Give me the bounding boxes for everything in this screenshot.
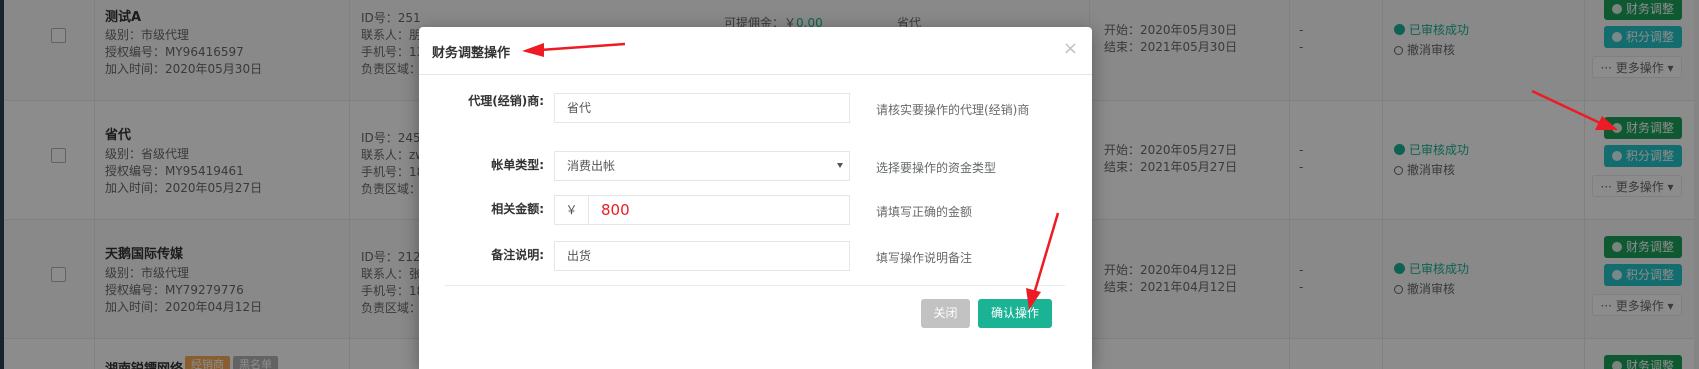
modal-divider: [445, 285, 1065, 286]
currency-addon: ￥: [555, 196, 589, 224]
bill-type-select[interactable]: 消费出帐: [554, 151, 850, 181]
remark-label: 备注说明:: [491, 248, 544, 262]
agent-help: 请核实要操作的代理(经销)商: [876, 103, 1030, 117]
close-button[interactable]: 关闭: [921, 299, 970, 328]
amount-help: 请填写正确的金额: [876, 205, 973, 219]
confirm-button[interactable]: 确认操作: [978, 299, 1052, 328]
chevron-down-icon: [837, 163, 843, 168]
remark-field[interactable]: 出货: [554, 241, 850, 271]
amount-field[interactable]: ￥ 800: [554, 195, 850, 225]
close-icon[interactable]: ×: [1063, 38, 1078, 59]
agent-label: 代理(经销)商:: [468, 94, 544, 108]
bill-type-value: 消费出帐: [567, 159, 616, 173]
modal-header: 财务调整操作 ×: [419, 27, 1092, 75]
modal-title: 财务调整操作: [432, 46, 511, 61]
finance-adjust-modal: 财务调整操作 × 代理(经销)商: 省代 请核实要操作的代理(经销)商 帐单类型…: [419, 27, 1092, 369]
bill-type-label: 帐单类型:: [491, 158, 544, 172]
remark-help: 填写操作说明备注: [876, 251, 973, 265]
amount-value: 800: [601, 201, 630, 219]
bill-type-help: 选择要操作的资金类型: [876, 161, 997, 175]
amount-label: 相关金额:: [491, 202, 544, 216]
agent-field[interactable]: 省代: [554, 93, 850, 123]
